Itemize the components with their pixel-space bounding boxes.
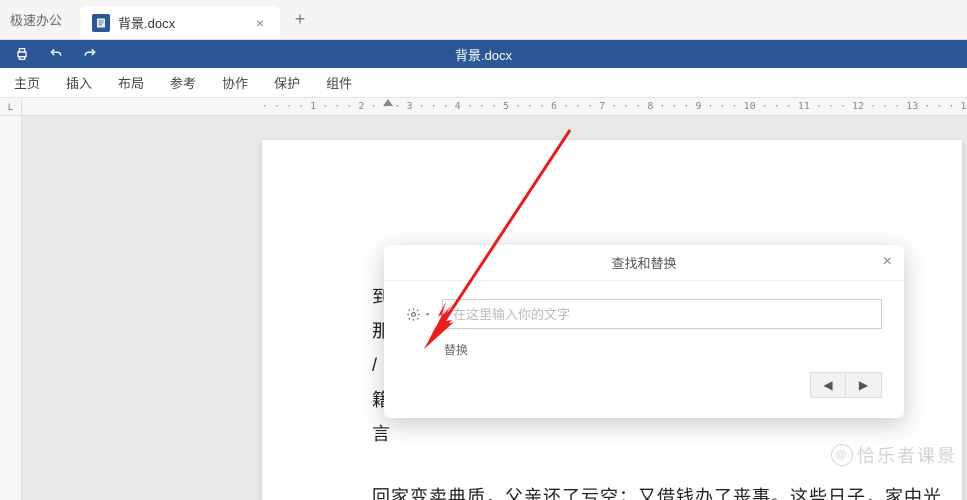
window-title: 背景.docx	[455, 45, 512, 64]
indent-marker-icon[interactable]	[383, 99, 393, 106]
menu-reference[interactable]: 参考	[168, 69, 198, 96]
tab-bar: 极速办公 背景.docx × +	[0, 0, 967, 40]
new-tab-button[interactable]: +	[280, 0, 320, 39]
app-brand: 极速办公	[0, 0, 80, 39]
tab-close-button[interactable]: ×	[252, 15, 268, 31]
menu-collab[interactable]: 协作	[220, 69, 250, 96]
print-icon[interactable]	[14, 46, 30, 62]
document-tab[interactable]: 背景.docx ×	[80, 6, 280, 39]
body-paragraph-2: 回家变卖典质，父亲还了亏空；又借钱办了丧事。这些日子，家中光景很是惨淡，一半为了…	[372, 480, 942, 500]
vertical-ruler[interactable]	[0, 116, 22, 500]
tab-label: 背景.docx	[118, 13, 175, 32]
chevron-down-icon	[423, 310, 432, 319]
doc-icon	[92, 14, 110, 32]
menu-insert[interactable]: 插入	[64, 69, 94, 96]
menu-layout[interactable]: 布局	[116, 69, 146, 96]
horizontal-ruler[interactable]: · · · · 1 · · · 2 · · · 3 · · · 4 · · · …	[22, 98, 967, 116]
menu-components[interactable]: 组件	[324, 69, 354, 96]
undo-icon[interactable]	[48, 47, 64, 61]
find-replace-dialog: 查找和替换 × 替换 ◀ ▶	[384, 245, 904, 418]
dialog-close-button[interactable]: ×	[883, 253, 892, 271]
redo-icon[interactable]	[82, 47, 98, 61]
title-bar: 背景.docx	[0, 40, 967, 68]
ruler-corner: L	[0, 98, 22, 116]
menu-protect[interactable]: 保护	[272, 69, 302, 96]
menu-home[interactable]: 主页	[12, 69, 42, 96]
search-settings-button[interactable]	[406, 307, 432, 322]
dialog-header[interactable]: 查找和替换 ×	[384, 245, 904, 281]
search-input[interactable]	[442, 299, 882, 329]
gear-icon	[406, 307, 421, 322]
dialog-title: 查找和替换	[611, 253, 676, 272]
replace-toggle[interactable]: 替换	[444, 343, 468, 357]
find-next-button[interactable]: ▶	[846, 372, 882, 398]
find-prev-button[interactable]: ◀	[810, 372, 846, 398]
menu-bar: 主页 插入 布局 参考 协作 保护 组件	[0, 68, 967, 98]
ruler-marks: · · · · 1 · · · 2 · · · 3 · · · 4 · · · …	[262, 98, 967, 115]
